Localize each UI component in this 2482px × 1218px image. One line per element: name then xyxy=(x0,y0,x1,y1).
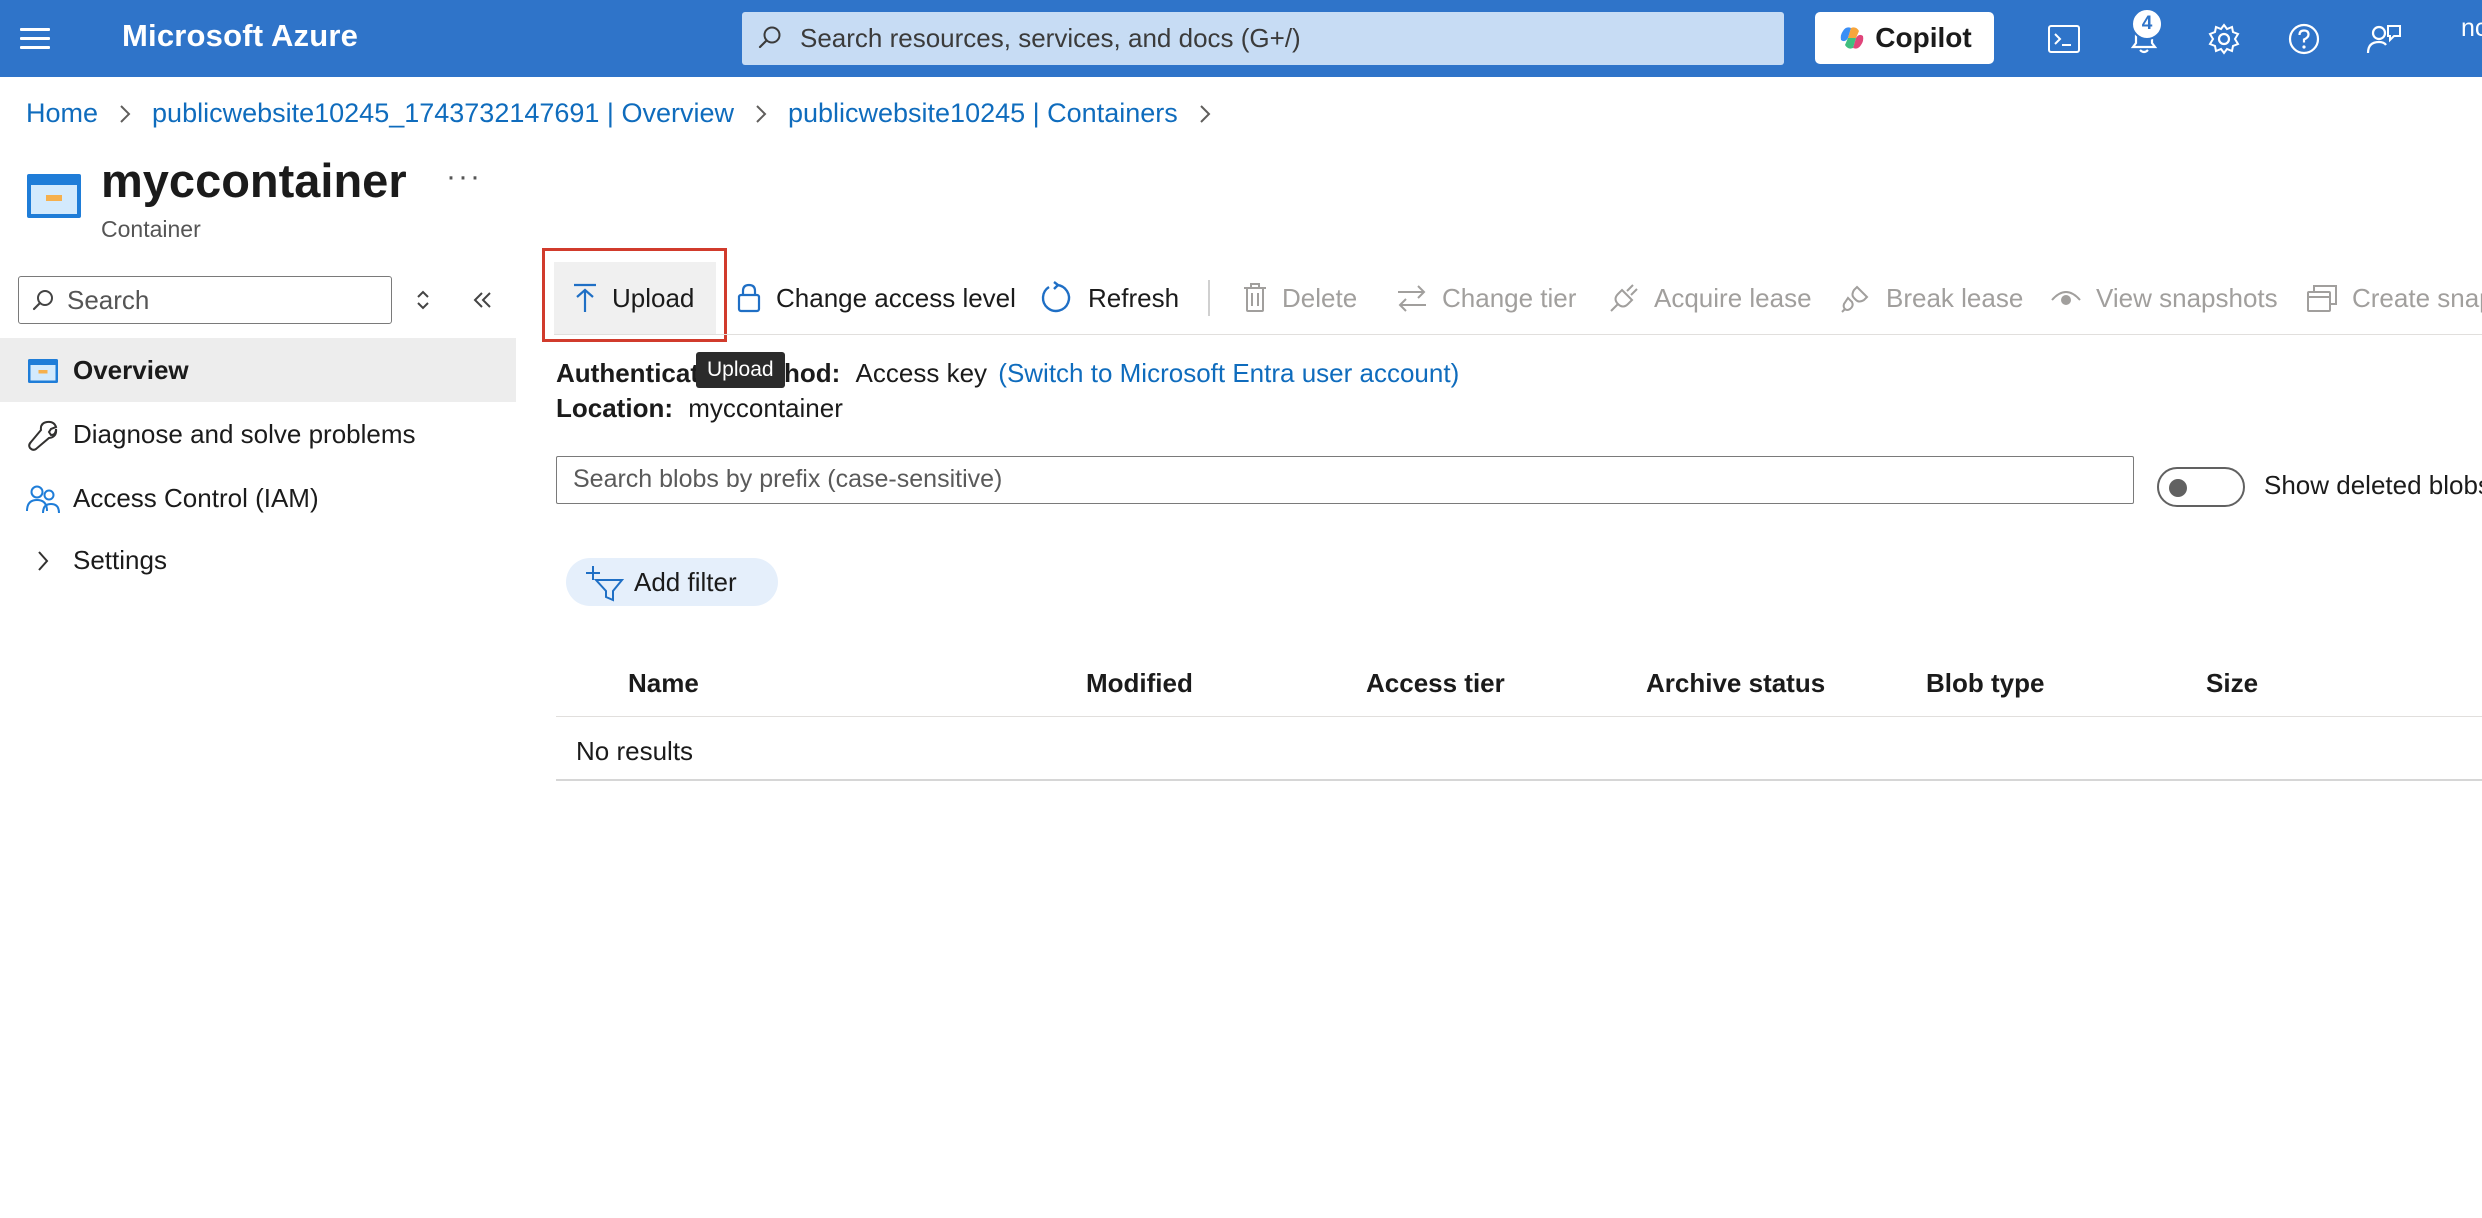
toolbar-divider-line xyxy=(554,334,2482,335)
auth-method-value: Access key xyxy=(855,358,988,388)
top-bar: Microsoft Azure Copilot 4 xyxy=(0,0,2482,77)
chevron-right-icon xyxy=(754,103,768,125)
column-header-name[interactable]: Name xyxy=(628,668,699,699)
command-bar: Upload Change access level Refresh Delet… xyxy=(554,262,2482,334)
auth-method-row: hod: Access key (Switch to Microsoft Ent… xyxy=(784,358,1459,389)
global-search-input[interactable] xyxy=(800,12,1760,65)
nav-item-overview[interactable]: Overview xyxy=(0,338,516,402)
blob-search-box[interactable] xyxy=(556,456,2134,504)
view-snapshots-label: View snapshots xyxy=(2096,282,2278,313)
nav-item-settings[interactable]: Settings xyxy=(0,528,516,592)
breadcrumb: Home publicwebsite10245_1743732147691 | … xyxy=(26,98,1232,129)
unplug-icon xyxy=(1840,282,1872,314)
nav-item-label: Access Control (IAM) xyxy=(73,482,319,513)
breadcrumb-storage-overview[interactable]: publicwebsite10245_1743732147691 | Overv… xyxy=(152,98,734,129)
column-header-access-tier[interactable]: Access tier xyxy=(1366,668,1505,699)
change-access-level-button[interactable]: Change access level xyxy=(736,262,1016,334)
cloud-shell-icon[interactable] xyxy=(2044,19,2084,59)
hamburger-menu-icon[interactable] xyxy=(18,22,52,56)
table-header-divider xyxy=(556,716,2482,717)
plug-icon xyxy=(1608,282,1640,314)
add-filter-button[interactable]: Add filter xyxy=(566,558,778,606)
refresh-button[interactable]: Refresh xyxy=(1040,262,1179,334)
break-lease-button[interactable]: Break lease xyxy=(1840,262,2023,334)
blob-search-input[interactable] xyxy=(573,457,2113,502)
chevron-right-icon xyxy=(26,544,60,578)
nav-search-box[interactable] xyxy=(18,276,392,324)
people-icon xyxy=(26,482,60,516)
refresh-label: Refresh xyxy=(1088,282,1180,313)
delete-button[interactable]: Delete xyxy=(1242,262,1357,334)
copilot-icon xyxy=(1841,27,1864,49)
feedback-icon[interactable] xyxy=(2364,19,2404,59)
resource-type-subtitle: Container xyxy=(101,216,201,242)
add-filter-icon xyxy=(586,566,625,602)
view-snapshots-button[interactable]: View snapshots xyxy=(2050,262,2278,334)
column-header-blob-type[interactable]: Blob type xyxy=(1926,668,2044,699)
create-snapshot-label: Create snap xyxy=(2352,282,2482,313)
show-deleted-toggle[interactable] xyxy=(2157,467,2245,507)
sort-updown-icon[interactable] xyxy=(412,286,434,319)
snapshot-icon xyxy=(2306,283,2338,313)
brand-title[interactable]: Microsoft Azure xyxy=(122,18,358,54)
copilot-button[interactable]: Copilot xyxy=(1815,12,1994,64)
column-header-archive-status[interactable]: Archive status xyxy=(1646,668,1825,699)
add-filter-label: Add filter xyxy=(634,566,737,597)
nav-item-label: Diagnose and solve problems xyxy=(73,418,416,449)
lock-icon xyxy=(736,282,762,314)
chevron-right-icon xyxy=(1198,103,1212,125)
acquire-lease-button[interactable]: Acquire lease xyxy=(1608,262,1812,334)
switch-to-entra-link[interactable]: (Switch to Microsoft Entra user account) xyxy=(998,358,1459,388)
show-deleted-label: Show deleted blobs xyxy=(2264,470,2482,500)
break-lease-label: Break lease xyxy=(1886,282,2024,313)
nav-item-access-control[interactable]: Access Control (IAM) xyxy=(0,466,516,530)
swap-arrows-icon xyxy=(1396,283,1428,313)
toolbar-divider xyxy=(1208,280,1210,316)
nav-item-diagnose[interactable]: Diagnose and solve problems xyxy=(0,402,516,466)
breadcrumb-home[interactable]: Home xyxy=(26,98,98,129)
location-row: Location: myccontainer xyxy=(556,393,843,424)
upload-tooltip: Upload xyxy=(696,352,785,388)
wrench-icon xyxy=(26,418,60,452)
container-icon xyxy=(26,173,82,224)
copilot-label: Copilot xyxy=(1875,22,1972,53)
breadcrumb-containers[interactable]: publicwebsite10245 | Containers xyxy=(788,98,1178,129)
search-icon xyxy=(32,290,53,311)
chevron-right-icon xyxy=(118,103,132,125)
acquire-lease-label: Acquire lease xyxy=(1654,282,1812,313)
column-header-modified[interactable]: Modified xyxy=(1086,668,1193,699)
create-snapshot-button[interactable]: Create snap xyxy=(2306,262,2482,334)
location-value: myccontainer xyxy=(688,393,843,423)
account-name-fragment[interactable]: nc xyxy=(2461,14,2482,43)
page-title: myccontainer xyxy=(101,154,407,207)
change-tier-button[interactable]: Change tier xyxy=(1396,262,1576,334)
delete-label: Delete xyxy=(1282,282,1358,313)
nav-item-label: Settings xyxy=(73,544,167,575)
auth-method-label-end: hod: xyxy=(784,358,841,388)
upload-highlight-box xyxy=(542,248,727,342)
change-tier-label: Change tier xyxy=(1442,282,1577,313)
empty-table-message: No results xyxy=(576,736,694,766)
search-icon xyxy=(758,26,781,49)
container-icon xyxy=(26,354,60,388)
more-options-icon[interactable]: ··· xyxy=(446,160,482,194)
auth-method-label-start: Authenticat xyxy=(556,358,696,388)
eye-icon xyxy=(2050,286,2082,310)
nav-item-label: Overview xyxy=(73,354,189,385)
refresh-icon xyxy=(1040,281,1074,315)
collapse-nav-icon[interactable] xyxy=(470,286,496,319)
notification-count-badge: 4 xyxy=(2131,8,2163,40)
trash-icon xyxy=(1242,282,1268,314)
column-header-size[interactable]: Size xyxy=(2206,668,2258,699)
change-access-level-label: Change access level xyxy=(776,282,1016,313)
global-search-box[interactable] xyxy=(742,12,1784,65)
table-bottom-divider xyxy=(556,779,2482,781)
settings-gear-icon[interactable] xyxy=(2204,19,2244,59)
nav-search-input[interactable] xyxy=(67,277,377,323)
location-label: Location: xyxy=(556,393,673,423)
help-icon[interactable] xyxy=(2284,19,2324,59)
